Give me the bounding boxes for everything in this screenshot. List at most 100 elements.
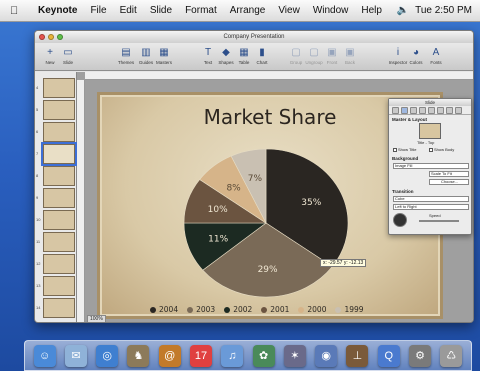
quicktime-icon[interactable]: Q bbox=[377, 344, 400, 367]
graphic-inspector-tab[interactable] bbox=[410, 107, 417, 114]
zoom-level[interactable]: 100% bbox=[87, 315, 106, 322]
ical-icon[interactable]: 17 bbox=[190, 344, 213, 367]
finder-icon[interactable]: ☺ bbox=[33, 344, 56, 367]
pie-label-1999: 7% bbox=[248, 174, 263, 184]
toolbar-label: Text bbox=[203, 60, 213, 65]
slide-thumbnail[interactable] bbox=[43, 210, 75, 230]
show-title-checkbox[interactable]: Show Title bbox=[393, 147, 416, 152]
slide-number: 14 bbox=[36, 305, 41, 310]
slide-thumbnail[interactable] bbox=[43, 166, 75, 186]
toolbar-fonts-button[interactable]: A Fonts bbox=[425, 45, 447, 69]
menu-window[interactable]: Window bbox=[313, 5, 349, 16]
direction-popup[interactable]: Left to Right bbox=[393, 204, 469, 210]
toolbar-themes-button[interactable]: ▤ Themes bbox=[115, 45, 137, 69]
toolbar-label: Themes bbox=[117, 60, 135, 65]
background-popup[interactable]: Image Fill bbox=[393, 163, 469, 169]
slide-thumbnail[interactable] bbox=[43, 254, 75, 274]
legend-swatch bbox=[335, 306, 342, 313]
toolbar-back-button[interactable]: ▣ Back bbox=[339, 45, 361, 69]
slide-thumbnail[interactable] bbox=[43, 232, 75, 252]
chart-inspector-tab[interactable] bbox=[437, 107, 444, 114]
metrics-inspector-tab[interactable] bbox=[419, 107, 426, 114]
legend-item-2002: 2002 bbox=[224, 305, 252, 314]
slide-thumbnail[interactable] bbox=[43, 122, 75, 142]
idvd-icon[interactable]: ◉ bbox=[315, 344, 338, 367]
address-book-icon[interactable]: @ bbox=[158, 344, 181, 367]
imovie-icon[interactable]: ✶ bbox=[283, 344, 306, 367]
menu-app-name[interactable]: Keynote bbox=[38, 5, 77, 16]
master-thumbnail[interactable] bbox=[419, 123, 441, 139]
legend-swatch bbox=[150, 306, 156, 313]
slide-thumbnail[interactable] bbox=[43, 100, 75, 120]
toolbar-chart-button[interactable]: ▮ Chart bbox=[251, 45, 273, 69]
inspector-tabs bbox=[389, 106, 471, 115]
slide-number: 6 bbox=[36, 129, 39, 134]
toolbar-label: Shapes bbox=[218, 60, 234, 65]
menu-help[interactable]: Help bbox=[361, 5, 382, 16]
slide-number: 11 bbox=[36, 239, 41, 244]
toolbar-slide-button[interactable]: ▭ Slide bbox=[57, 45, 79, 69]
slide-thumbnail[interactable] bbox=[43, 276, 75, 296]
transition-section: Transition bbox=[392, 189, 414, 194]
inspector-panel: Slide Master & Layout Title - Top Show T… bbox=[388, 98, 472, 235]
iphoto-icon[interactable]: ✿ bbox=[252, 344, 275, 367]
slide-number: 5 bbox=[36, 107, 39, 112]
table-inspector-tab[interactable] bbox=[446, 107, 453, 114]
trash-icon[interactable]: ♺ bbox=[440, 344, 463, 367]
window-titlebar[interactable]: Company Presentation bbox=[35, 31, 473, 43]
slide-inspector-tab[interactable] bbox=[401, 107, 408, 114]
text-inspector-tab[interactable] bbox=[428, 107, 435, 114]
legend-label: 2004 bbox=[159, 305, 179, 314]
window-title: Company Presentation bbox=[223, 34, 285, 40]
toolbar-masters-button[interactable]: ▦ Masters bbox=[153, 45, 175, 69]
legend-label: 2003 bbox=[196, 305, 216, 314]
inspector-title[interactable]: Slide bbox=[389, 99, 471, 106]
keynote-icon[interactable]: ⊥ bbox=[346, 344, 369, 367]
document-inspector-tab[interactable] bbox=[392, 107, 399, 114]
slide-thumbnail[interactable] bbox=[43, 78, 75, 98]
slide-number: 12 bbox=[36, 261, 41, 266]
menu-edit[interactable]: Edit bbox=[120, 5, 137, 16]
menu-format[interactable]: Format bbox=[185, 5, 217, 16]
slide-navigator[interactable]: 4 5 6 7 8 9 10 11 12 13 14 bbox=[35, 72, 77, 322]
slide-thumbnail[interactable] bbox=[43, 298, 75, 318]
menubar-clock[interactable]: Tue 2:50 PM bbox=[415, 5, 472, 16]
slide-number: 4 bbox=[36, 85, 39, 90]
toolbar-label: Group bbox=[289, 60, 303, 65]
fill-mode-popup[interactable]: Scale To Fit bbox=[429, 171, 469, 177]
speed-slider[interactable] bbox=[419, 220, 459, 222]
toolbar-colors-button[interactable]: ◕ Colors bbox=[405, 45, 427, 69]
background-section: Background bbox=[392, 156, 419, 161]
show-body-checkbox[interactable]: Show Body bbox=[429, 147, 454, 152]
chart-legend: 2004 2003 2002 2001 2000 1999 bbox=[150, 305, 364, 314]
toolbar-label: Fonts bbox=[430, 60, 442, 65]
menu-arrange[interactable]: Arrange bbox=[230, 5, 266, 16]
menu-view[interactable]: View bbox=[278, 5, 300, 16]
apple-menu-icon[interactable]:  bbox=[10, 5, 24, 17]
sherlock-icon[interactable]: ♞ bbox=[127, 344, 150, 367]
slide-icon: ▭ bbox=[63, 46, 73, 58]
menu-file[interactable]: File bbox=[90, 5, 106, 16]
itunes-icon[interactable]: ♫ bbox=[221, 344, 244, 367]
pie-chart[interactable]: 35% 29% 11% 10% 8% 7% bbox=[176, 143, 356, 303]
safari-icon[interactable]: ◎ bbox=[96, 344, 119, 367]
front-icon: ▣ bbox=[327, 46, 337, 58]
toolbar-label: Guides bbox=[138, 60, 154, 65]
chart-icon: ▮ bbox=[259, 46, 265, 58]
menu-slide[interactable]: Slide bbox=[150, 5, 172, 16]
slide-number: 10 bbox=[36, 217, 41, 222]
toolbar-label: Table bbox=[238, 60, 250, 65]
slide-thumbnail[interactable] bbox=[43, 188, 75, 208]
volume-icon[interactable]: 🔈 bbox=[397, 5, 409, 16]
transition-preview[interactable] bbox=[393, 213, 407, 227]
mail-icon[interactable]: ✉ bbox=[64, 344, 87, 367]
transition-popup[interactable]: Cube bbox=[393, 196, 469, 202]
new-slide-icon: + bbox=[47, 46, 53, 58]
system-preferences-icon[interactable]: ⚙ bbox=[409, 344, 432, 367]
pie-label-2004: 35% bbox=[301, 198, 321, 208]
build-inspector-tab[interactable] bbox=[455, 107, 462, 114]
dock: ☺ ✉ ◎ ♞ @17 ♫ ✿ ✶ ◉ ⊥ Q ⚙ ♺ bbox=[24, 340, 472, 371]
legend-swatch bbox=[261, 306, 268, 313]
slide-thumbnail[interactable] bbox=[41, 142, 77, 166]
choose-button[interactable]: Choose... bbox=[429, 179, 469, 185]
